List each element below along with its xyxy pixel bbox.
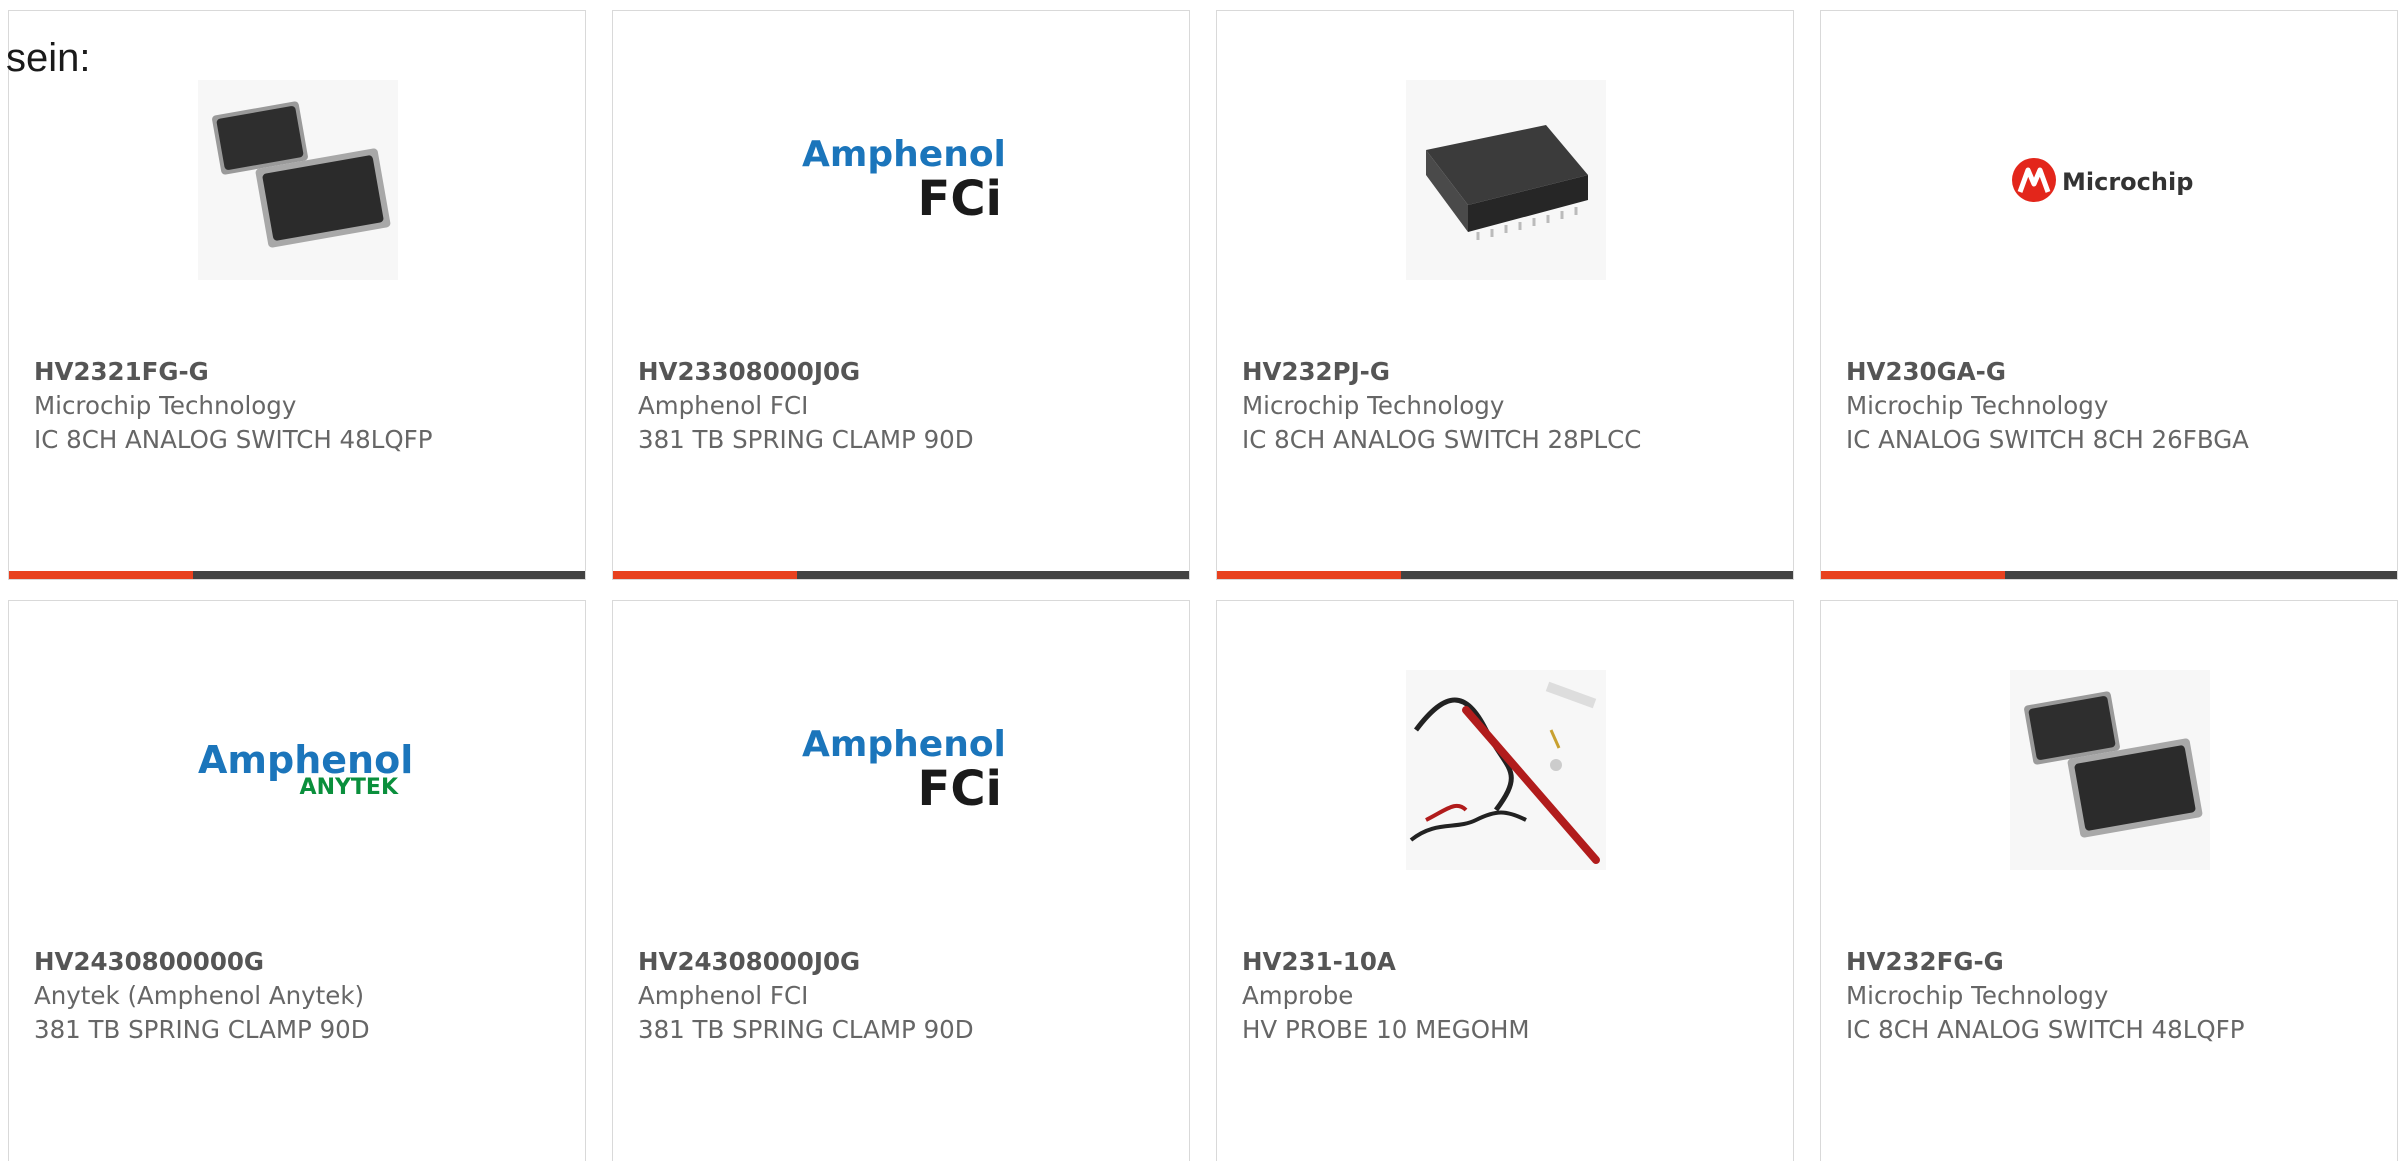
- logo-line1: Amphenol: [198, 738, 414, 782]
- product-card[interactable]: Amphenol ANYTEK HV2430800000G Anytek (Am…: [8, 600, 586, 1161]
- product-info: HV231-10A Amprobe HV PROBE 10 MEGOHM: [1242, 945, 1783, 1047]
- description: 381 TB SPRING CLAMP 90D: [638, 1015, 974, 1044]
- card-accent: [613, 571, 797, 579]
- manufacturer: Microchip Technology: [34, 391, 297, 420]
- amphenol-anytek-logo: Amphenol ANYTEK: [198, 670, 414, 870]
- product-info: HV230GA-G Microchip Technology IC ANALOG…: [1846, 355, 2387, 457]
- card-footer-bar: [1217, 571, 1793, 579]
- description: IC 8CH ANALOG SWITCH 48LQFP: [34, 425, 433, 454]
- logo-line2: FCi: [917, 171, 1002, 227]
- hv-probe-icon: [1406, 670, 1606, 870]
- part-number[interactable]: HV24308000J0G: [638, 945, 1179, 979]
- logo-text: Microchip: [2062, 168, 2193, 196]
- logo-line1: Amphenol: [802, 724, 1006, 765]
- qfp-chip-pair-icon: [2010, 670, 2210, 870]
- product-info: HV23308000J0G Amphenol FCI 381 TB SPRING…: [638, 355, 1179, 457]
- part-number[interactable]: HV23308000J0G: [638, 355, 1179, 389]
- product-grid-page: sein: HV2321FG-G Microchip Technology IC…: [0, 0, 2400, 1161]
- part-number[interactable]: HV2321FG-G: [34, 355, 575, 389]
- product-card[interactable]: Amphenol FCi HV24308000J0G Amphenol FCI …: [612, 600, 1190, 1161]
- product-card[interactable]: HV232FG-G Microchip Technology IC 8CH AN…: [1820, 600, 2398, 1161]
- manufacturer: Microchip Technology: [1846, 981, 2109, 1010]
- description: 381 TB SPRING CLAMP 90D: [638, 425, 974, 454]
- product-info: HV2321FG-G Microchip Technology IC 8CH A…: [34, 355, 575, 457]
- part-number[interactable]: HV230GA-G: [1846, 355, 2387, 389]
- amphenol-fci-logo: Amphenol FCi: [802, 80, 1006, 280]
- intro-text: sein:: [6, 36, 91, 80]
- manufacturer: Amphenol FCI: [638, 391, 809, 420]
- card-accent: [1217, 571, 1401, 579]
- product-info: HV2430800000G Anytek (Amphenol Anytek) 3…: [34, 945, 575, 1047]
- microchip-logo: Microchip: [2010, 80, 2210, 280]
- description: IC 8CH ANALOG SWITCH 28PLCC: [1242, 425, 1642, 454]
- product-card[interactable]: HV231-10A Amprobe HV PROBE 10 MEGOHM: [1216, 600, 1794, 1161]
- product-card[interactable]: HV232PJ-G Microchip Technology IC 8CH AN…: [1216, 10, 1794, 580]
- description: IC 8CH ANALOG SWITCH 48LQFP: [1846, 1015, 2245, 1044]
- manufacturer: Amphenol FCI: [638, 981, 809, 1010]
- description: IC ANALOG SWITCH 8CH 26FBGA: [1846, 425, 2249, 454]
- card-accent: [9, 571, 193, 579]
- part-number[interactable]: HV232PJ-G: [1242, 355, 1783, 389]
- product-info: HV24308000J0G Amphenol FCI 381 TB SPRING…: [638, 945, 1179, 1047]
- product-info: HV232PJ-G Microchip Technology IC 8CH AN…: [1242, 355, 1783, 457]
- card-footer-bar: [613, 571, 1189, 579]
- manufacturer: Microchip Technology: [1242, 391, 1505, 420]
- product-card[interactable]: HV2321FG-G Microchip Technology IC 8CH A…: [8, 10, 586, 580]
- part-number[interactable]: HV231-10A: [1242, 945, 1783, 979]
- logo-line1: Amphenol: [802, 134, 1006, 175]
- manufacturer: Microchip Technology: [1846, 391, 2109, 420]
- logo-line2: FCi: [917, 761, 1002, 817]
- description: HV PROBE 10 MEGOHM: [1242, 1015, 1530, 1044]
- plcc-chip-icon: [1406, 80, 1606, 280]
- amphenol-fci-logo: Amphenol FCi: [802, 670, 1006, 870]
- manufacturer: Anytek (Amphenol Anytek): [34, 981, 365, 1010]
- product-info: HV232FG-G Microchip Technology IC 8CH AN…: [1846, 945, 2387, 1047]
- product-card[interactable]: Microchip HV230GA-G Microchip Technology…: [1820, 10, 2398, 580]
- description: 381 TB SPRING CLAMP 90D: [34, 1015, 370, 1044]
- card-accent: [1821, 571, 2005, 579]
- manufacturer: Amprobe: [1242, 981, 1354, 1010]
- qfp-chip-pair-icon: [198, 80, 398, 280]
- part-number[interactable]: HV2430800000G: [34, 945, 575, 979]
- part-number[interactable]: HV232FG-G: [1846, 945, 2387, 979]
- product-card[interactable]: Amphenol FCi HV23308000J0G Amphenol FCI …: [612, 10, 1190, 580]
- card-footer-bar: [9, 571, 585, 579]
- card-footer-bar: [1821, 571, 2397, 579]
